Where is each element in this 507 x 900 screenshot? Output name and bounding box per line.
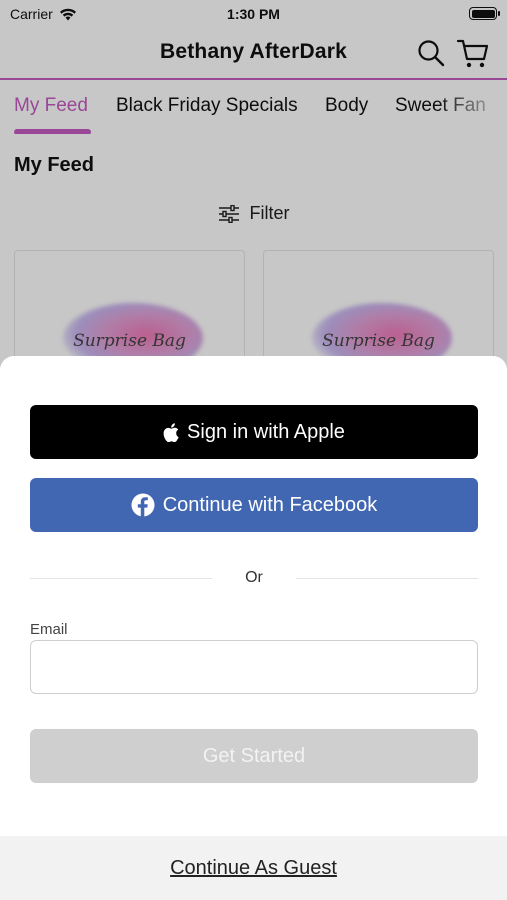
get-started-label: Get Started — [202, 744, 306, 767]
guest-bar: Continue As Guest — [0, 836, 507, 900]
divider-line — [296, 578, 478, 579]
sign-in-with-apple-button[interactable]: Sign in with Apple — [30, 405, 478, 459]
facebook-icon — [131, 493, 155, 517]
sign-in-sheet: Sign in with Apple Continue with Faceboo… — [0, 356, 507, 900]
email-field[interactable] — [30, 640, 478, 694]
get-started-button[interactable]: Get Started — [30, 729, 478, 783]
apple-icon — [163, 422, 179, 442]
email-label: Email — [30, 621, 68, 638]
continue-with-facebook-button[interactable]: Continue with Facebook — [30, 478, 478, 532]
apple-button-label: Sign in with Apple — [187, 420, 345, 443]
continue-as-guest-link[interactable]: Continue As Guest — [170, 857, 337, 880]
facebook-button-label: Continue with Facebook — [162, 493, 378, 516]
or-divider: Or — [30, 568, 478, 588]
